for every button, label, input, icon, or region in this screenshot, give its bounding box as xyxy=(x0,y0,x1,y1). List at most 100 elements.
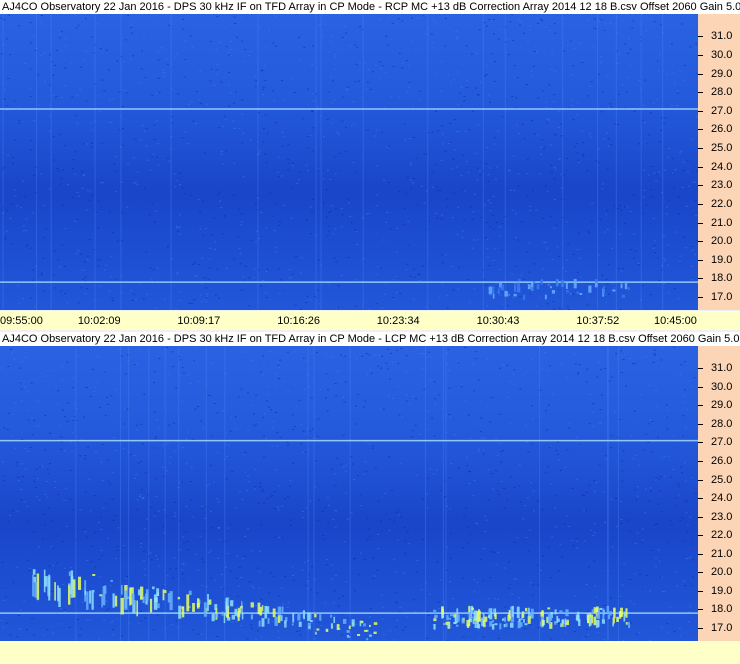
burst-mark xyxy=(560,623,563,628)
burst-mark xyxy=(297,612,301,621)
time-axis: 09:55:00 10:02:09 10:09:17 10:16:26 10:23:34… xyxy=(0,311,740,330)
burst-mark xyxy=(579,293,583,295)
burst-mark xyxy=(516,282,520,293)
time-tick-label: 10:37:52 xyxy=(576,315,620,327)
burst-mark xyxy=(502,618,505,621)
burst-mark xyxy=(239,606,243,609)
time-tick-label: 09:55:00 xyxy=(0,315,43,327)
burst-mark xyxy=(164,590,167,593)
burst-mark xyxy=(555,279,559,287)
burst-mark xyxy=(197,598,200,609)
burst-mark xyxy=(609,611,612,616)
burst-mark xyxy=(277,606,282,617)
burst-mark xyxy=(470,607,475,610)
burst-mark xyxy=(524,623,528,626)
burst-mark xyxy=(91,590,94,610)
ytick-label: 28.0 xyxy=(711,417,733,430)
ytick-label: 30.0 xyxy=(711,380,733,393)
burst-mark xyxy=(44,576,48,587)
ytick-mark xyxy=(698,166,703,168)
burst-mark xyxy=(121,585,123,595)
burst-mark xyxy=(72,579,76,598)
time-tick-label: 10:02:09 xyxy=(77,315,121,327)
burst-mark xyxy=(569,292,572,295)
ytick-label: 23.0 xyxy=(711,510,733,523)
ytick-mark xyxy=(698,54,703,56)
burst-mark xyxy=(215,613,219,618)
ytick-mark xyxy=(698,259,703,261)
burst-mark xyxy=(528,607,530,618)
ytick-label: 21.0 xyxy=(711,216,733,229)
ytick-mark xyxy=(698,386,703,388)
burst-mark xyxy=(330,623,334,629)
burst-mark xyxy=(594,282,598,288)
burst-mark xyxy=(456,608,459,614)
burst-mark xyxy=(477,624,481,629)
burst-mark xyxy=(292,612,295,623)
time-tick-label: 10:09:17 xyxy=(177,315,221,327)
burst-mark xyxy=(336,624,340,630)
burst-mark xyxy=(443,623,447,625)
burst-mark xyxy=(603,286,606,295)
ytick-mark xyxy=(698,129,703,131)
burst-mark xyxy=(510,606,513,617)
burst-mark xyxy=(627,287,630,291)
ytick-mark xyxy=(698,222,703,224)
burst-mark xyxy=(264,605,268,619)
burst-mark xyxy=(178,605,182,619)
ytick-mark xyxy=(698,36,703,38)
burst-mark xyxy=(177,596,180,600)
burst-mark xyxy=(48,574,51,601)
spectrogram-lcp xyxy=(0,346,698,641)
burst-mark xyxy=(272,608,276,618)
ytick-label: 27.0 xyxy=(711,104,733,117)
burst-mark xyxy=(505,623,508,627)
burst-mark xyxy=(623,611,626,622)
burst-mark xyxy=(517,621,521,629)
burst-mark xyxy=(129,587,132,606)
burst-mark xyxy=(624,281,628,290)
burst-mark xyxy=(450,613,454,617)
burst-mark xyxy=(540,611,544,617)
burst-mark xyxy=(489,621,493,627)
burst-mark xyxy=(68,583,71,605)
burst-mark xyxy=(500,284,504,291)
burst-mark xyxy=(433,624,436,630)
ytick-label: 31.0 xyxy=(711,362,733,375)
burst-mark xyxy=(499,623,502,630)
burst-mark xyxy=(625,622,628,625)
ytick-mark xyxy=(698,185,703,187)
burst-mark xyxy=(277,615,281,623)
ytick-mark xyxy=(698,461,703,463)
burst-mark xyxy=(504,617,507,623)
ytick-mark xyxy=(698,553,703,555)
ytick-mark xyxy=(698,590,703,592)
burst-mark xyxy=(192,603,195,612)
ytick-mark xyxy=(698,203,703,205)
ytick-label: 29.0 xyxy=(711,399,733,412)
burst-mark xyxy=(234,608,238,616)
spectrogram-lcp-svg xyxy=(0,346,698,641)
burst-mark xyxy=(478,609,480,620)
burst-mark xyxy=(267,618,270,624)
burst-mark xyxy=(448,617,452,620)
burst-mark xyxy=(110,579,113,582)
burst-mark xyxy=(211,613,215,622)
burst-mark xyxy=(58,587,61,607)
frequency-axis-rcp: 31.0 30.0 29.0 28.0 27.0 26.0 25.0 24.0 23.0 22.0… xyxy=(698,14,740,310)
burst-mark xyxy=(142,596,145,603)
ytick-mark xyxy=(698,92,703,94)
burst-mark xyxy=(68,583,71,586)
ytick-label: 22.0 xyxy=(711,197,733,210)
burst-mark xyxy=(591,609,594,615)
burst-mark xyxy=(483,620,486,628)
burst-mark xyxy=(120,597,124,615)
burst-mark xyxy=(573,279,577,289)
burst-mark xyxy=(523,294,526,300)
burst-mark xyxy=(493,608,495,612)
burst-mark xyxy=(447,624,450,627)
ytick-label: 24.0 xyxy=(711,160,733,173)
burst-mark xyxy=(298,621,302,627)
burst-mark xyxy=(230,600,234,607)
burst-mark xyxy=(597,619,600,627)
